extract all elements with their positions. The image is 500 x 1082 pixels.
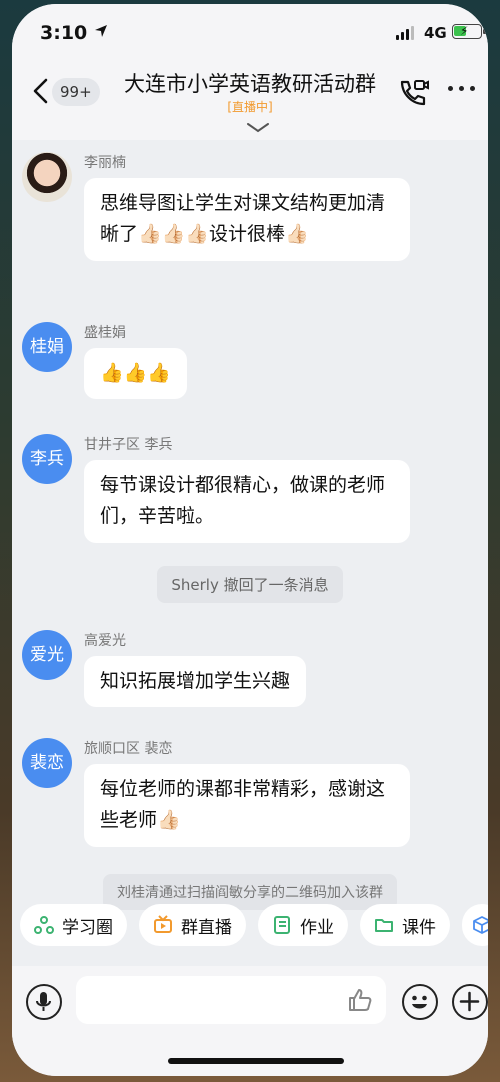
tool-label: 课件: [402, 917, 436, 938]
message-bubble[interactable]: 每位老师的课都非常精彩，感谢这些老师👍🏻: [84, 764, 410, 847]
message-bubble[interactable]: 每节课设计都很精心，做课的老师们，辛苦啦。: [84, 460, 410, 543]
thumbs-up-icon[interactable]: [346, 986, 374, 1014]
group-live-button[interactable]: 群直播: [139, 904, 246, 946]
live-tv-icon: [154, 915, 172, 933]
battery-icon: ⚡: [452, 24, 486, 39]
avatar[interactable]: [22, 152, 72, 202]
phone-video-call-icon[interactable]: [396, 76, 430, 110]
sender-name: 李丽楠: [84, 155, 126, 171]
home-indicator[interactable]: [168, 1058, 344, 1064]
message-bubble[interactable]: 👍👍👍: [84, 348, 187, 400]
emoji-icon[interactable]: [402, 984, 438, 1020]
avatar[interactable]: 裴恋: [22, 738, 72, 788]
folder-icon: [375, 919, 393, 932]
voice-mic-icon[interactable]: [26, 984, 62, 1020]
status-time: 3:10: [40, 22, 88, 44]
add-plus-icon[interactable]: [452, 984, 488, 1020]
sender-name: 甘井子区 李兵: [84, 437, 173, 453]
message-bubble[interactable]: 思维导图让学生对课文结构更加清晰了👍🏻👍🏻👍🏻设计很棒👍🏻: [84, 178, 410, 261]
recall-notice: Sherly 撤回了一条消息: [157, 566, 343, 603]
signal-icon: [396, 26, 414, 40]
more-tools-button[interactable]: [462, 904, 488, 946]
status-bar: 3:10 4G ⚡: [12, 4, 488, 60]
avatar[interactable]: 李兵: [22, 434, 72, 484]
location-arrow-icon: [95, 25, 107, 37]
courseware-button[interactable]: 课件: [360, 904, 450, 946]
quick-action-bar: 学习圈 群直播 作业 课件: [12, 904, 488, 960]
notebook-icon: [274, 916, 290, 934]
sender-name: 旅顺口区 裴恋: [84, 741, 173, 757]
message-bubble[interactable]: 知识拓展增加学生兴趣: [84, 656, 307, 708]
homework-button[interactable]: 作业: [258, 904, 348, 946]
chat-header: 3:10 4G ⚡ 99+ 大连市小学英语教研活动群 [直播中]: [12, 4, 488, 140]
tool-label: 群直播: [181, 917, 232, 938]
network-type: 4G: [424, 24, 447, 42]
avatar[interactable]: 桂娟: [22, 322, 72, 372]
sender-name: 盛桂娟: [84, 325, 126, 341]
system-message: Sherly 撤回了一条消息: [12, 566, 488, 603]
message-input-bar: [12, 966, 488, 1076]
cube-icon: [473, 916, 488, 934]
sender-name: 高爱光: [84, 633, 126, 649]
message-text-input[interactable]: [76, 976, 386, 1024]
circle-network-icon: [34, 916, 54, 934]
tool-label: 学习圈: [62, 917, 113, 938]
tool-label: 作业: [300, 917, 334, 938]
avatar[interactable]: 爱光: [22, 630, 72, 680]
chat-title: 大连市小学英语教研活动群: [124, 72, 376, 96]
more-options-icon[interactable]: [448, 86, 478, 96]
expand-chevron-icon[interactable]: [246, 122, 270, 134]
study-circle-button[interactable]: 学习圈: [20, 904, 127, 946]
phone-screen: 3:10 4G ⚡ 99+ 大连市小学英语教研活动群 [直播中] 李丽楠 思维导…: [12, 4, 488, 1076]
